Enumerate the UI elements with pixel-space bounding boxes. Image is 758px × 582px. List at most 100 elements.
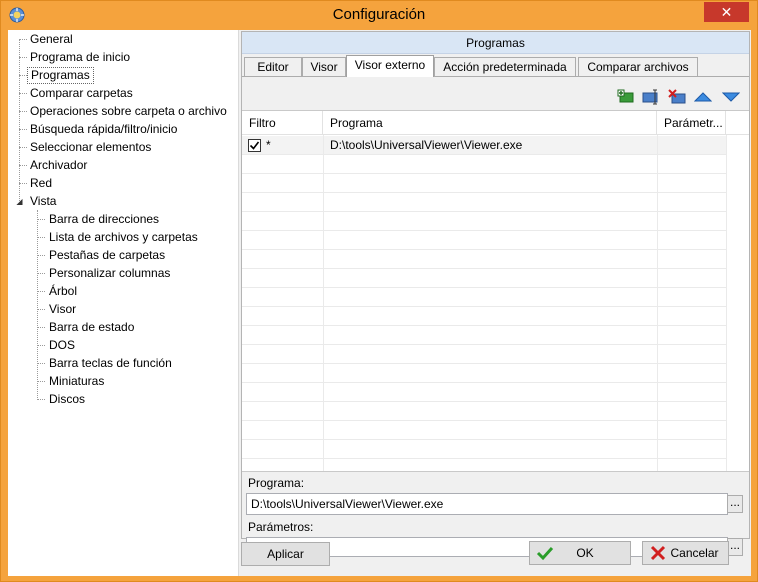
tree-item-pestanas[interactable]: Pestañas de carpetas (46, 247, 168, 264)
tree-connector (37, 363, 45, 364)
tree-item-barra-de-estado[interactable]: Barra de estado (46, 319, 137, 336)
tab-strip: Editor Visor Visor externo Acción predet… (242, 55, 749, 77)
grid-row-line (242, 439, 726, 440)
grid-row-line (242, 173, 726, 174)
grid-row-line (242, 325, 726, 326)
cell-filter: * (266, 138, 271, 152)
grid-row-line (242, 230, 726, 231)
grid-row-line (242, 382, 726, 383)
tree-connector (19, 39, 20, 201)
cell-program: D:\tools\UniversalViewer\Viewer.exe (330, 138, 523, 152)
ok-button-label: OK (576, 546, 594, 560)
tree-item-programas[interactable]: Programas (27, 67, 94, 84)
grid-row-line (242, 287, 726, 288)
tab-content-visor-externo: Filtro Programa Parámetr... * D:\tools\U… (242, 76, 749, 557)
client-area: General Programa de inicio Programas Com… (8, 30, 751, 576)
collapse-arrow-icon[interactable]: ◢ (15, 197, 24, 206)
grid-row-line (242, 420, 726, 421)
tree-item-barra-teclas[interactable]: Barra teclas de función (46, 355, 175, 372)
grid-header: Filtro Programa Parámetr... (242, 111, 749, 135)
tree-connector (37, 273, 45, 274)
grid-column-line (726, 135, 727, 471)
tree-item-archivador[interactable]: Archivador (27, 157, 90, 174)
tree-item-busqueda-rapida[interactable]: Búsqueda rápida/filtro/inicio (27, 121, 180, 138)
add-icon[interactable] (617, 89, 635, 105)
tree-connector (37, 345, 45, 346)
tree-connector (19, 129, 27, 130)
cancel-button[interactable]: Cancelar (642, 541, 729, 565)
program-field[interactable]: D:\tools\UniversalViewer\Viewer.exe (246, 493, 728, 515)
browse-params-button[interactable]: ... (727, 538, 743, 556)
column-header-filtro[interactable]: Filtro (242, 111, 323, 135)
tree-connector (19, 111, 27, 112)
tree-item-comparar-carpetas[interactable]: Comparar carpetas (27, 85, 136, 102)
apply-button-label: Aplicar (267, 547, 304, 561)
browse-program-button[interactable]: ... (727, 495, 743, 513)
settings-tree[interactable]: General Programa de inicio Programas Com… (8, 30, 239, 576)
close-button[interactable]: ✕ (704, 2, 749, 22)
tree-connector (19, 75, 27, 76)
tree-item-personalizar-columnas[interactable]: Personalizar columnas (46, 265, 173, 282)
tree-item-dos[interactable]: DOS (46, 337, 78, 354)
title-bar[interactable]: Configuración ✕ (1, 1, 757, 30)
tree-connector (37, 255, 45, 256)
tree-connector (37, 309, 45, 310)
tree-connector (19, 183, 27, 184)
tree-item-vista[interactable]: Vista (27, 193, 59, 210)
tree-connector (37, 237, 45, 238)
grid-row-line (242, 268, 726, 269)
check-icon (536, 546, 554, 561)
cancel-x-icon (650, 545, 666, 561)
apply-button[interactable]: Aplicar (241, 542, 330, 566)
tree-item-visor[interactable]: Visor (46, 301, 79, 318)
grid-row-line (242, 154, 726, 155)
tree-connector (19, 57, 27, 58)
grid-row-line (242, 401, 726, 402)
tree-item-operaciones[interactable]: Operaciones sobre carpeta o archivo (27, 103, 230, 120)
grid-row-line (242, 306, 726, 307)
tree-item-red[interactable]: Red (27, 175, 55, 192)
program-label: Programa: (248, 476, 305, 490)
table-row[interactable]: * D:\tools\UniversalViewer\Viewer.exe (242, 136, 726, 154)
tab-visor[interactable]: Visor (302, 57, 346, 76)
tree-item-miniaturas[interactable]: Miniaturas (46, 373, 107, 390)
tab-visor-externo[interactable]: Visor externo (346, 55, 434, 77)
tree-item-seleccionar-elementos[interactable]: Seleccionar elementos (27, 139, 154, 156)
move-down-icon[interactable] (722, 89, 740, 105)
grid-row-line (242, 249, 726, 250)
edit-icon[interactable] (642, 89, 660, 105)
window-title: Configuración (332, 6, 426, 23)
tree-connector (37, 219, 45, 220)
cancel-button-label: Cancelar (670, 546, 719, 560)
tree-item-lista-archivos[interactable]: Lista de archivos y carpetas (46, 229, 201, 246)
tab-editor[interactable]: Editor (244, 57, 302, 76)
ok-button[interactable]: OK (529, 541, 631, 565)
tree-item-barra-de-direcciones[interactable]: Barra de direcciones (46, 211, 162, 228)
tree-connector (37, 210, 38, 400)
column-header-parametros[interactable]: Parámetr... (657, 111, 726, 135)
move-up-icon[interactable] (694, 89, 712, 105)
row-checkbox[interactable] (248, 139, 261, 152)
tree-connector (19, 147, 27, 148)
panel-header: Programas (242, 32, 749, 54)
tree-connector (19, 165, 27, 166)
tree-item-arbol[interactable]: Árbol (46, 283, 80, 300)
tree-connector (19, 93, 27, 94)
grid-row-line (242, 211, 726, 212)
checkmark-icon (249, 141, 260, 150)
configuration-window: Configuración ✕ General Programa de inic… (0, 0, 758, 582)
tree-item-general[interactable]: General (27, 31, 76, 48)
tree-item-discos[interactable]: Discos (46, 391, 88, 408)
tab-accion-predeterminada[interactable]: Acción predeterminada (434, 57, 576, 76)
grid-row-line (242, 363, 726, 364)
tree-connector (37, 381, 45, 382)
tab-comparar-archivos[interactable]: Comparar archivos (578, 57, 698, 76)
column-header-programa[interactable]: Programa (323, 111, 657, 135)
grid-row-line (242, 458, 726, 459)
grid-row-line (242, 192, 726, 193)
grid-row-line (242, 344, 726, 345)
programs-grid[interactable]: Filtro Programa Parámetr... * D:\tools\U… (242, 110, 749, 472)
delete-icon[interactable] (668, 89, 686, 105)
tree-item-programa-de-inicio[interactable]: Programa de inicio (27, 49, 133, 66)
tree-connector (37, 291, 45, 292)
